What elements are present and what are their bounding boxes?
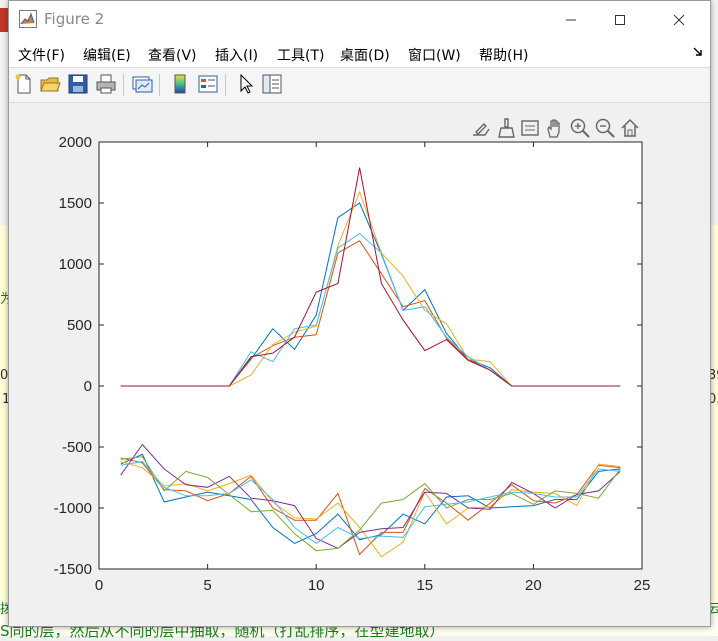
x-tick-label: 10: [308, 577, 325, 594]
x-tick-label: 25: [634, 577, 651, 594]
y-tick-label: -500: [62, 439, 92, 456]
y-tick-label: 500: [67, 317, 92, 334]
x-tick-label: 5: [203, 577, 211, 594]
y-tick-label: 0: [84, 378, 92, 395]
x-tick-label: 20: [525, 577, 542, 594]
x-tick-label: 0: [95, 577, 103, 594]
y-tick-label: 1000: [59, 256, 92, 273]
y-tick-label: 1500: [59, 195, 92, 212]
y-tick-label: 2000: [59, 134, 92, 151]
line-chart[interactable]: 0 5 10 15 20 25 -1500 -1000 -500 0 500 1000 1500 2000: [0, 0, 718, 636]
y-tick-label: -1000: [54, 500, 92, 517]
y-tick-label: -1500: [54, 561, 92, 578]
x-tick-label: 15: [416, 577, 433, 594]
